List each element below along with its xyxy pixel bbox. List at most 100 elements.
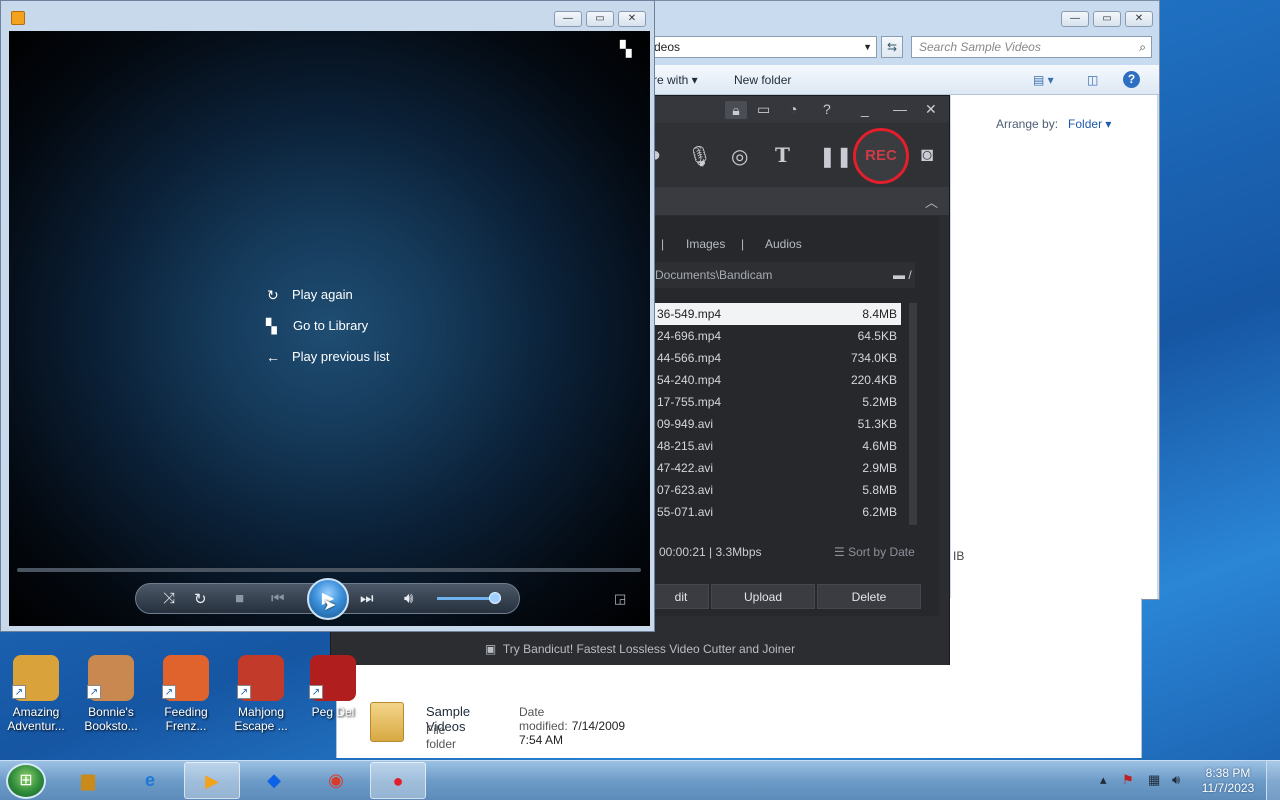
clock-time: 8:38 PM: [1205, 766, 1251, 780]
shuffle-icon[interactable]: ⤨: [163, 590, 175, 607]
desktop-shortcut-label: Amazing Adventur...: [7, 705, 65, 733]
text-overlay-icon[interactable]: T: [775, 143, 790, 167]
refresh-icon[interactable]: ⇆: [881, 36, 903, 58]
desktop-shortcut[interactable]: ↗ Peg Del: [303, 655, 363, 719]
maximize-button[interactable]: ▭: [586, 11, 614, 27]
fullscreen-icon[interactable]: ◲: [614, 591, 626, 607]
file-list-item[interactable]: 44-566.mp4 734.0KB: [655, 347, 901, 369]
network-icon[interactable]: ▦: [1148, 772, 1160, 788]
switch-to-library-icon[interactable]: ▚: [620, 40, 632, 58]
status-size-text: IB: [953, 549, 965, 563]
stop-icon[interactable]: ■: [235, 590, 244, 607]
minimize-icon[interactable]: _: [861, 101, 869, 117]
help-icon[interactable]: ?: [823, 101, 831, 117]
taskbar-explorer-button[interactable]: ▆: [60, 762, 116, 799]
chat-icon: ▣: [484, 642, 497, 656]
file-list-item[interactable]: 54-240.mp4 220.4KB: [655, 369, 901, 391]
file-size: 5.8MB: [862, 483, 897, 497]
file-name: 17-755.mp4: [657, 395, 722, 409]
taskbar-ie-button[interactable]: e: [122, 762, 178, 799]
close-button[interactable]: ✕: [618, 11, 646, 27]
file-info: 00:00:21 | 3.3Mbps: [659, 545, 762, 559]
file-list-item[interactable]: 47-422.avi 2.9MB: [655, 457, 901, 479]
file-size: 220.4KB: [850, 373, 897, 387]
close-icon[interactable]: ✕: [925, 101, 937, 118]
previous-icon[interactable]: ⏮︎: [271, 590, 285, 607]
folder-date-modified: Date modified: 7/14/2009 7:54 AM: [519, 705, 626, 747]
taskbar-media-player-button[interactable]: ▶: [184, 762, 240, 799]
shortcut-arrow-icon: ↗: [12, 685, 26, 699]
file-list-item[interactable]: 09-949.avi 51.3KB: [655, 413, 901, 435]
chevron-up-icon[interactable]: ︿: [925, 192, 938, 211]
desktop-shortcut-label: Mahjong Escape ...: [234, 705, 288, 733]
tab-audios[interactable]: Audios: [765, 237, 802, 251]
start-button[interactable]: ⊞: [6, 763, 46, 799]
share-with-button[interactable]: re with ▾: [653, 73, 698, 87]
media-player-window: — ▭ ✕ ▚ ↻ Play again ▚ Go to Library ← P…: [0, 0, 655, 632]
file-size: 8.4MB: [862, 307, 897, 321]
desktop-shortcut[interactable]: ↗ Feeding Frenz...: [156, 655, 216, 733]
folder-icon[interactable]: ▭: [757, 101, 770, 118]
taskbar-chrome-button[interactable]: ◉: [308, 762, 364, 799]
clock-icon[interactable]: ◔: [789, 101, 797, 117]
go-to-library-link[interactable]: Go to Library: [293, 318, 368, 333]
address-text: deos: [654, 40, 681, 54]
file-list-item[interactable]: 36-549.mp4 8.4MB: [655, 303, 901, 325]
chevron-down-icon[interactable]: ▼: [863, 37, 872, 57]
view-options-icon[interactable]: ▤ ▾: [1033, 73, 1054, 87]
close-button[interactable]: ✕: [1125, 11, 1153, 27]
rec-button[interactable]: REC: [853, 128, 909, 184]
edit-button[interactable]: dit: [653, 584, 709, 609]
tab-divider: |: [661, 237, 665, 251]
file-list-item[interactable]: 24-696.mp4 64.5KB: [655, 325, 901, 347]
search-icon[interactable]: ⌕: [1139, 37, 1146, 57]
minimize-button[interactable]: —: [1061, 11, 1089, 27]
new-folder-button[interactable]: New folder: [734, 73, 791, 87]
repeat-icon[interactable]: ↻: [194, 590, 207, 608]
taskbar-dropbox-button[interactable]: ◆: [246, 762, 302, 799]
desktop-shortcut[interactable]: ↗ Amazing Adventur...: [6, 655, 66, 733]
tab-images[interactable]: Images: [686, 237, 725, 251]
preview-pane-icon[interactable]: ◫: [1087, 73, 1098, 87]
file-list-item[interactable]: 55-071.avi 6.2MB: [655, 501, 901, 523]
upload-button[interactable]: Upload: [711, 584, 815, 609]
file-size: 5.2MB: [862, 395, 897, 409]
address-bar[interactable]: deos ▼: [649, 36, 877, 58]
search-input[interactable]: Search Sample Videos ⌕: [911, 36, 1152, 58]
pause-icon[interactable]: ❚❚: [819, 144, 853, 169]
system-clock[interactable]: 8:38 PM 11/7/2023: [1198, 766, 1258, 796]
delete-button[interactable]: Delete: [817, 584, 921, 609]
taskbar-bandicam-button[interactable]: ●: [370, 762, 426, 799]
desktop-shortcut[interactable]: ↗ Mahjong Escape ...: [231, 655, 291, 733]
maximize-button[interactable]: ▭: [1093, 11, 1121, 27]
next-icon[interactable]: ⏭︎: [360, 590, 374, 607]
cursor-effect-icon[interactable]: ◎: [731, 144, 748, 169]
shortcut-arrow-icon: ↗: [237, 685, 251, 699]
desktop-shortcut[interactable]: ↗ Bonnie's Booksto...: [81, 655, 141, 733]
play-again-link[interactable]: Play again: [292, 287, 353, 302]
arrange-by-dropdown[interactable]: Folder ▾: [1068, 117, 1111, 131]
lock-icon[interactable]: 🔒︎: [725, 101, 747, 119]
sort-by-date-button[interactable]: ☰ Sort by Date: [834, 545, 915, 559]
file-list-item[interactable]: 48-215.avi 4.6MB: [655, 435, 901, 457]
microphone-icon[interactable]: 🎙︎: [687, 144, 712, 169]
folder-icon[interactable]: [370, 702, 404, 742]
minimize-button[interactable]: —: [554, 11, 582, 27]
show-hidden-icons[interactable]: ▴: [1100, 772, 1107, 788]
seek-bar[interactable]: [17, 568, 641, 572]
camera-icon[interactable]: ◙: [921, 144, 933, 167]
volume-icon[interactable]: 🔊︎: [1172, 772, 1180, 788]
file-list-item[interactable]: 07-623.avi 5.8MB: [655, 479, 901, 501]
show-desktop-button[interactable]: [1266, 760, 1280, 800]
volume-icon[interactable]: 🔊︎: [404, 590, 413, 607]
play-previous-list-link[interactable]: Play previous list: [292, 349, 390, 364]
file-list-item[interactable]: 17-755.mp4 5.2MB: [655, 391, 901, 413]
help-icon[interactable]: ?: [1123, 71, 1140, 88]
action-center-icon[interactable]: ⚑: [1122, 772, 1134, 788]
volume-knob[interactable]: [489, 592, 501, 604]
minimize-tray-icon[interactable]: —: [893, 101, 907, 117]
file-name: 36-549.mp4: [657, 307, 722, 321]
scrollbar[interactable]: [909, 303, 917, 525]
promo-banner[interactable]: ▣ Try Bandicut! Fastest Lossless Video C…: [331, 633, 949, 665]
open-folder-icon[interactable]: ▬ /: [893, 262, 912, 288]
